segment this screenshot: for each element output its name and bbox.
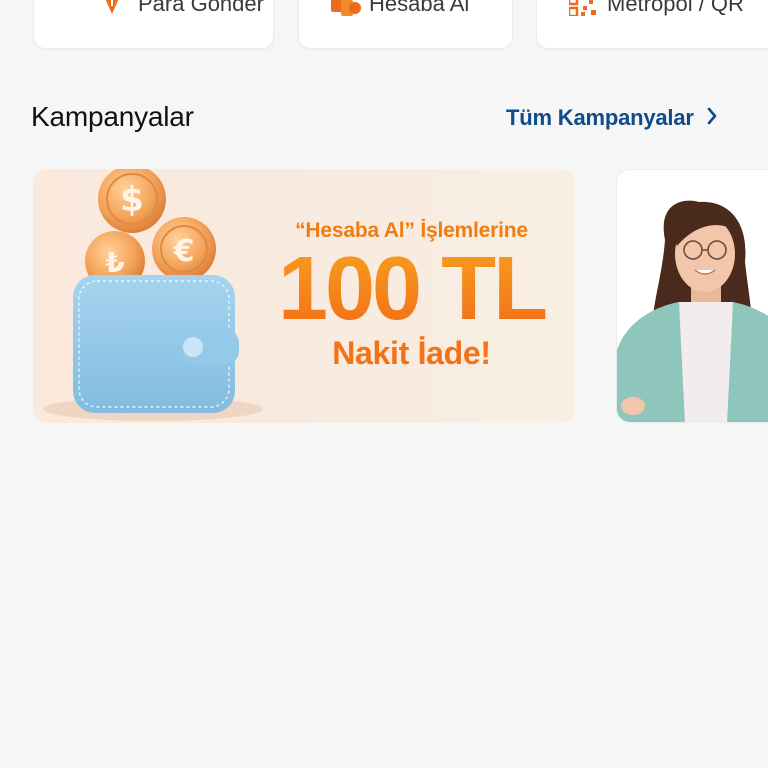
banner-subtitle: Nakit İade! [332,335,491,371]
wallet-icon [43,275,263,421]
see-all-campaigns-link[interactable]: Tüm Kampanyalar [506,105,718,131]
quick-action-send-money[interactable]: Para Gönder [33,0,274,49]
send-money-icon [100,0,124,16]
dollar-coin-icon: $ [98,169,166,233]
banner-amount: 100 TL [248,239,575,339]
quick-action-label: Para Gönder [138,0,264,16]
woman-portrait-image [617,200,768,422]
svg-text:$: $ [120,180,144,220]
campaign-banner-cashback[interactable]: $ ₺ € “Hesaba Al” İşlemlerine 100 TL Nak… [33,169,575,423]
quick-action-receive-money[interactable]: Hesaba Al [298,0,513,49]
quick-action-label: Metropol / QR [607,0,744,16]
see-all-campaigns-label: Tüm Kampanyalar [506,105,694,130]
svg-text:₺: ₺ [105,246,124,279]
receive-money-icon [331,0,361,16]
campaign-banner-second[interactable] [616,169,768,423]
euro-coin-icon: € [152,217,216,281]
quick-action-qr[interactable]: Metropol / QR [536,0,768,49]
campaigns-section-title: Kampanyalar [31,101,194,132]
qr-code-icon [567,0,596,18]
quick-action-label: Hesaba Al [369,0,470,16]
svg-text:€: € [173,234,195,269]
chevron-right-icon [694,107,718,130]
